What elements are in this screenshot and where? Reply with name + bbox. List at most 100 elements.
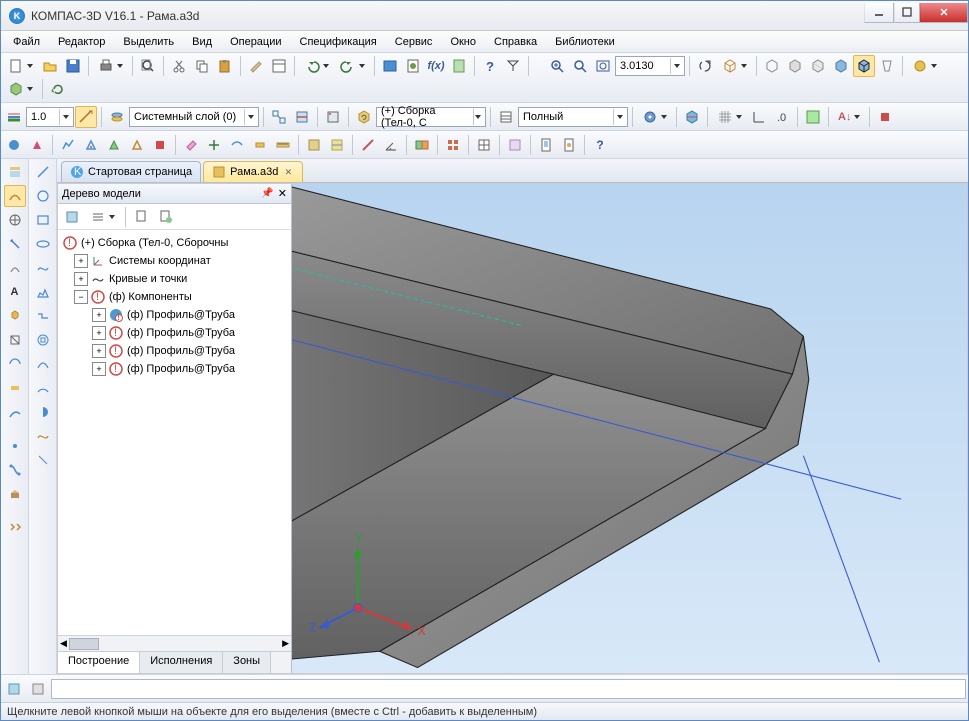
pt-2[interactable] [85,206,120,228]
op-line[interactable] [32,161,54,183]
tree-node-comp-4[interactable]: + ! (ф) Профиль@Труба [60,360,289,378]
expand-button[interactable]: + [92,308,106,322]
ptab-build[interactable]: Построение [58,652,140,673]
spec-button[interactable] [402,55,424,77]
feat-8[interactable] [203,134,225,156]
grid-button[interactable] [712,106,747,128]
simplify-button[interactable] [3,78,38,100]
vs-14[interactable] [4,483,26,505]
panel-close-button[interactable]: ✕ [278,187,287,200]
open-button[interactable] [39,55,61,77]
help2-button[interactable]: ? [589,134,611,156]
vs-12[interactable] [4,435,26,457]
feat-1[interactable] [3,134,25,156]
shaded-edges-button[interactable] [853,55,875,77]
vs-9[interactable] [4,353,26,375]
vs-11[interactable] [4,401,26,423]
vs-8[interactable] [4,329,26,351]
op-half[interactable] [32,401,54,423]
ptab-zones[interactable]: Зоны [223,652,271,673]
projection-button[interactable] [268,106,290,128]
tree-node-curves[interactable]: + Кривые и точки [60,270,289,288]
pb-1[interactable] [3,678,25,700]
perspective-button[interactable] [876,55,898,77]
op-curve[interactable] [32,257,54,279]
menu-operations[interactable]: Операции [222,33,289,51]
shaded-button[interactable] [830,55,852,77]
pt-1[interactable] [61,206,83,228]
op-hole[interactable] [32,329,54,351]
feat-3[interactable] [57,134,79,156]
copy-props-button[interactable] [245,55,267,77]
ptab-exec[interactable]: Исполнения [140,652,223,673]
close-button[interactable] [920,3,968,23]
tab-document[interactable]: Рама.a3d ✕ [203,161,303,182]
feat-14[interactable] [411,134,433,156]
vs-2[interactable] [4,185,26,207]
undo-button[interactable] [299,55,334,77]
tree-scrollbar[interactable]: ◀ ▶ [58,635,291,651]
vs-7[interactable] [4,305,26,327]
expand-button[interactable]: + [92,326,106,340]
feat-7[interactable] [149,134,171,156]
variables-button[interactable]: f(x) [425,55,447,77]
tree-node-comp-2[interactable]: + ! (ф) Профиль@Труба [60,324,289,342]
orientation-button[interactable] [717,55,752,77]
pin-icon[interactable]: 📌 [261,188,273,199]
zoom-dynamic-button[interactable] [569,55,591,77]
cut-button[interactable] [168,55,190,77]
hidden-thin-button[interactable] [807,55,829,77]
feat-9[interactable] [226,134,248,156]
vs-1[interactable] [4,161,26,183]
lineweight-button[interactable] [3,106,25,128]
round-button[interactable]: .0 [771,106,793,128]
stop-button[interactable] [874,106,896,128]
feat-12[interactable] [326,134,348,156]
refresh-button[interactable] [47,78,69,100]
vs-6[interactable]: A [4,281,26,303]
zoom-fit-button[interactable] [592,55,614,77]
collapse-button[interactable]: − [74,290,88,304]
copy-button[interactable] [191,55,213,77]
ruler-button[interactable] [272,134,294,156]
tree-panel-button[interactable] [802,106,824,128]
feat-5[interactable] [103,134,125,156]
feat-10[interactable] [249,134,271,156]
library-manager-button[interactable] [379,55,401,77]
model-tree[interactable]: ! (+) Сборка (Тел-0, Сборочны + Системы … [58,230,291,635]
assembly-combo[interactable]: (+) Сборка (Тел-0, С [376,107,486,127]
menu-help[interactable]: Справка [486,33,545,51]
sketch-button[interactable] [322,106,344,128]
feat-13[interactable] [357,134,379,156]
op-polygon[interactable] [32,281,54,303]
op-circle[interactable] [32,185,54,207]
whats-this-button[interactable]: ? [479,55,501,77]
zoom-combo[interactable]: 3.0130 [615,56,685,76]
feat-16[interactable] [473,134,495,156]
erase-button[interactable] [180,134,202,156]
feat-6[interactable] [126,134,148,156]
tree-root[interactable]: ! (+) Сборка (Тел-0, Сборочны [60,234,289,252]
3d-viewport[interactable]: Y X Z [292,184,967,673]
op-spline[interactable] [32,425,54,447]
menu-service[interactable]: Сервис [387,33,441,51]
lineweight-combo[interactable]: 1.0 [26,107,74,127]
display-filter-button[interactable] [495,106,517,128]
feat-11[interactable] [303,134,325,156]
rebuild-button[interactable] [353,106,375,128]
vs-5[interactable] [4,257,26,279]
op-bezier[interactable] [32,353,54,375]
report2-button[interactable] [535,134,557,156]
menu-view[interactable]: Вид [184,33,220,51]
feat-2[interactable] [26,134,48,156]
feat-15[interactable] [442,134,464,156]
section-button[interactable] [681,106,703,128]
pt-4[interactable] [155,206,177,228]
op-arc[interactable] [32,377,54,399]
maximize-button[interactable] [894,3,920,23]
expand-button[interactable]: + [92,362,106,376]
new-document-button[interactable] [3,55,38,77]
expand-button[interactable]: + [74,254,88,268]
feat-18[interactable] [558,134,580,156]
vs-13[interactable] [4,459,26,481]
